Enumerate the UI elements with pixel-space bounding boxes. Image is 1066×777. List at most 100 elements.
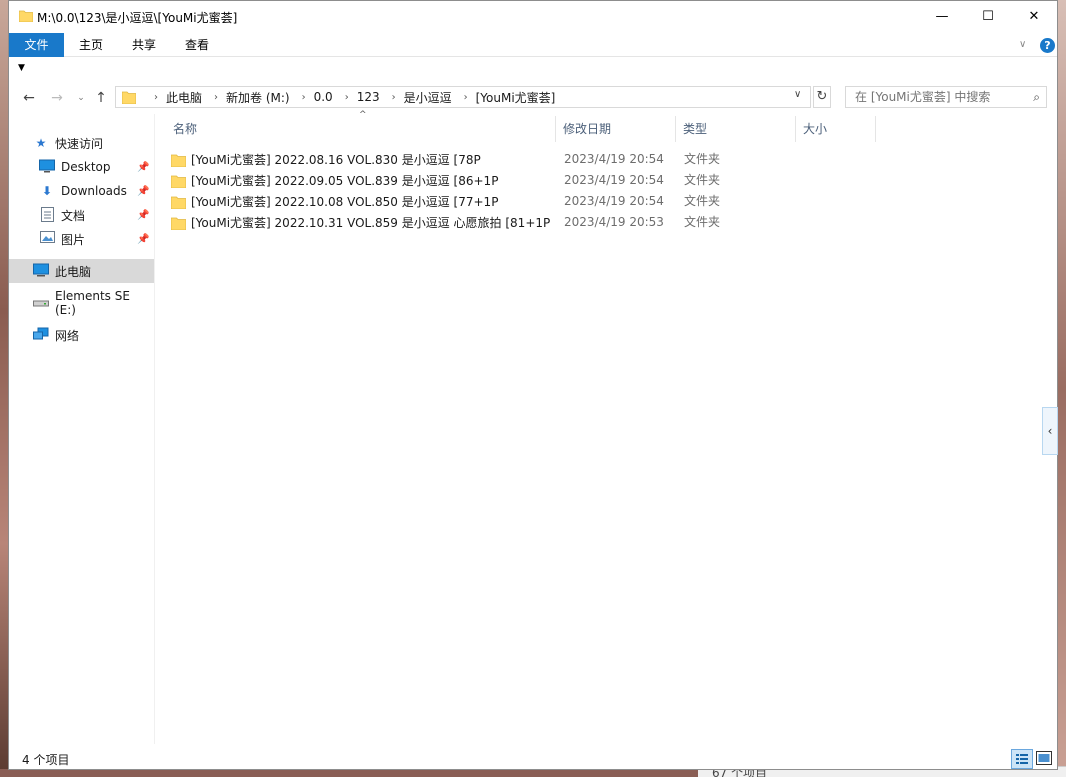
navigation-bar: ← → ⌄ ↑ › 此电脑 › 新加卷 (M:) › 0.0 › 123 › 是… <box>9 83 1057 113</box>
file-name-cell[interactable]: [YouMi尤蜜荟] 2022.09.05 VOL.839 是小逗逗 [86+1… <box>171 170 551 191</box>
desktop-icon <box>39 159 55 175</box>
sidebar-item-label: Downloads <box>61 184 127 198</box>
column-header-date[interactable]: 修改日期 <box>556 116 676 142</box>
back-button[interactable]: ← <box>19 87 39 109</box>
drive-icon <box>33 295 49 311</box>
pin-icon[interactable]: 📌 <box>137 234 149 245</box>
file-type: 文件夹 <box>684 173 721 187</box>
recent-locations-button[interactable]: ⌄ <box>71 87 91 109</box>
pin-icon[interactable]: 📌 <box>137 186 149 197</box>
breadcrumb-item[interactable]: 123 <box>357 90 380 104</box>
address-bar[interactable]: › 此电脑 › 新加卷 (M:) › 0.0 › 123 › 是小逗逗 › [Y… <box>115 86 811 108</box>
breadcrumb-item[interactable]: 是小逗逗 <box>404 89 452 106</box>
chevron-right-icon[interactable]: › <box>214 92 218 103</box>
quick-access-toolbar: ▼ <box>9 58 1057 82</box>
chevron-right-icon[interactable]: › <box>392 92 396 103</box>
file-name: [YouMi尤蜜荟] 2022.08.16 VOL.830 是小逗逗 [78P <box>191 153 481 167</box>
minimize-button[interactable]: — <box>919 1 965 31</box>
sidebar-item-quick-access[interactable]: ★ 快速访问 <box>9 131 154 155</box>
item-count: 4 个项目 <box>22 753 70 767</box>
chevron-right-icon[interactable]: › <box>345 92 349 103</box>
sidebar-item-label: Desktop <box>61 160 111 174</box>
tab-file[interactable]: 文件 <box>9 33 64 57</box>
star-icon: ★ <box>35 136 47 150</box>
file-name-cell[interactable]: [YouMi尤蜜荟] 2022.10.08 VOL.850 是小逗逗 [77+1… <box>171 191 551 212</box>
window-title: M:\0.0\123\是小逗逗\[YouMi尤蜜荟] <box>37 11 238 25</box>
file-name: [YouMi尤蜜荟] 2022.10.31 VOL.859 是小逗逗 心愿旅拍 … <box>191 216 551 230</box>
sidebar-item-network[interactable]: 网络 <box>9 323 154 347</box>
file-type: 文件夹 <box>684 194 721 208</box>
forward-button[interactable]: → <box>47 87 67 109</box>
desktop-background-left <box>0 0 8 777</box>
sidebar-item-label: 快速访问 <box>55 136 104 151</box>
tab-home[interactable]: 主页 <box>67 33 115 57</box>
column-header-name[interactable]: 名称 <box>166 116 556 142</box>
download-icon: ⬇ <box>41 184 53 198</box>
search-icon[interactable]: ⌕ <box>1033 90 1040 105</box>
explorer-window: M:\0.0\123\是小逗逗\[YouMi尤蜜荟] — ☐ ✕ 文件 主页 共… <box>8 0 1058 770</box>
large-icons-view-button[interactable] <box>1036 751 1052 765</box>
chevron-right-icon[interactable]: › <box>302 92 306 103</box>
network-icon <box>33 327 49 343</box>
status-bar: 4 个项目 <box>9 745 1057 771</box>
sidebar-item-documents[interactable]: 文档 📌 <box>9 203 154 227</box>
breadcrumb-item[interactable]: 此电脑 <box>166 89 202 106</box>
desktop-background-right <box>1058 0 1066 777</box>
sidebar-item-label: 图片 <box>61 232 86 247</box>
folder-icon <box>171 217 186 230</box>
sidebar-item-this-pc[interactable]: 此电脑 <box>9 259 154 283</box>
breadcrumb-item[interactable]: 新加卷 (M:) <box>226 89 290 106</box>
details-view-button[interactable] <box>1011 749 1033 769</box>
chevron-right-icon[interactable]: › <box>464 92 468 103</box>
sidebar-item-label: 此电脑 <box>55 264 92 279</box>
search-box[interactable]: ⌕ <box>845 86 1047 108</box>
column-header-type[interactable]: 类型 <box>676 116 796 142</box>
sidebar-item-desktop[interactable]: Desktop 📌 <box>9 155 154 179</box>
file-name: [YouMi尤蜜荟] 2022.09.05 VOL.839 是小逗逗 [86+1… <box>191 174 499 188</box>
folder-icon <box>171 154 186 167</box>
picture-icon <box>39 231 55 247</box>
chevron-right-icon[interactable]: › <box>154 92 158 103</box>
sidebar-item-label: Elements SE (E:) <box>55 289 130 317</box>
file-list: ^ 名称 修改日期 类型 大小 [YouMi尤蜜荟] 2022.08.16 VO… <box>155 110 1041 744</box>
breadcrumb-item[interactable]: 0.0 <box>314 90 333 104</box>
ribbon-tabs: 文件 主页 共享 查看 ∨ <box>9 31 1057 57</box>
preview-pane-toggle[interactable]: ‹ <box>1042 407 1058 455</box>
pin-icon[interactable]: 📌 <box>137 210 149 221</box>
column-header-size[interactable]: 大小 <box>796 116 876 142</box>
file-date: 2023/4/19 20:54 <box>564 173 664 187</box>
details-view-icon <box>1016 754 1028 764</box>
tab-view[interactable]: 查看 <box>173 33 221 57</box>
file-type: 文件夹 <box>684 152 721 166</box>
navigation-pane: ★ 快速访问 Desktop 📌 ⬇ Downloads 📌 文档 📌 图片 📌… <box>9 114 154 744</box>
pin-icon[interactable]: 📌 <box>137 162 149 173</box>
sidebar-item-elements-drive[interactable]: Elements SE (E:) <box>9 289 154 317</box>
search-input[interactable] <box>846 87 1026 107</box>
sidebar-item-downloads[interactable]: ⬇ Downloads 📌 <box>9 179 154 203</box>
folder-icon <box>122 91 136 104</box>
file-date: 2023/4/19 20:53 <box>564 215 664 229</box>
refresh-button[interactable]: ↻ <box>813 86 831 108</box>
maximize-button[interactable]: ☐ <box>965 1 1011 31</box>
up-button[interactable]: ↑ <box>91 87 111 109</box>
ribbon-expand-icon[interactable]: ∨ <box>1019 39 1026 50</box>
file-date: 2023/4/19 20:54 <box>564 194 664 208</box>
chevron-down-icon[interactable]: ∨ <box>794 89 801 100</box>
help-icon[interactable]: ? <box>1040 38 1055 53</box>
breadcrumb: › 此电脑 › 新加卷 (M:) › 0.0 › 123 › 是小逗逗 › [Y… <box>142 87 555 107</box>
sidebar-item-label: 文档 <box>61 208 86 223</box>
customize-toolbar-icon[interactable]: ▼ <box>18 63 25 73</box>
sidebar-item-pictures[interactable]: 图片 📌 <box>9 227 154 251</box>
folder-icon <box>171 175 186 188</box>
file-name-cell[interactable]: [YouMi尤蜜荟] 2022.10.31 VOL.859 是小逗逗 心愿旅拍 … <box>171 212 551 233</box>
folder-icon <box>171 196 186 209</box>
file-name: [YouMi尤蜜荟] 2022.10.08 VOL.850 是小逗逗 [77+1… <box>191 195 499 209</box>
breadcrumb-item[interactable]: [YouMi尤蜜荟] <box>476 89 556 106</box>
sidebar-item-label: 网络 <box>55 328 80 343</box>
title-bar[interactable]: M:\0.0\123\是小逗逗\[YouMi尤蜜荟] — ☐ ✕ <box>9 1 1057 31</box>
close-button[interactable]: ✕ <box>1011 1 1057 31</box>
file-type: 文件夹 <box>684 215 721 229</box>
computer-icon <box>33 263 49 279</box>
file-name-cell[interactable]: [YouMi尤蜜荟] 2022.08.16 VOL.830 是小逗逗 [78P <box>171 149 551 170</box>
tab-share[interactable]: 共享 <box>120 33 168 57</box>
